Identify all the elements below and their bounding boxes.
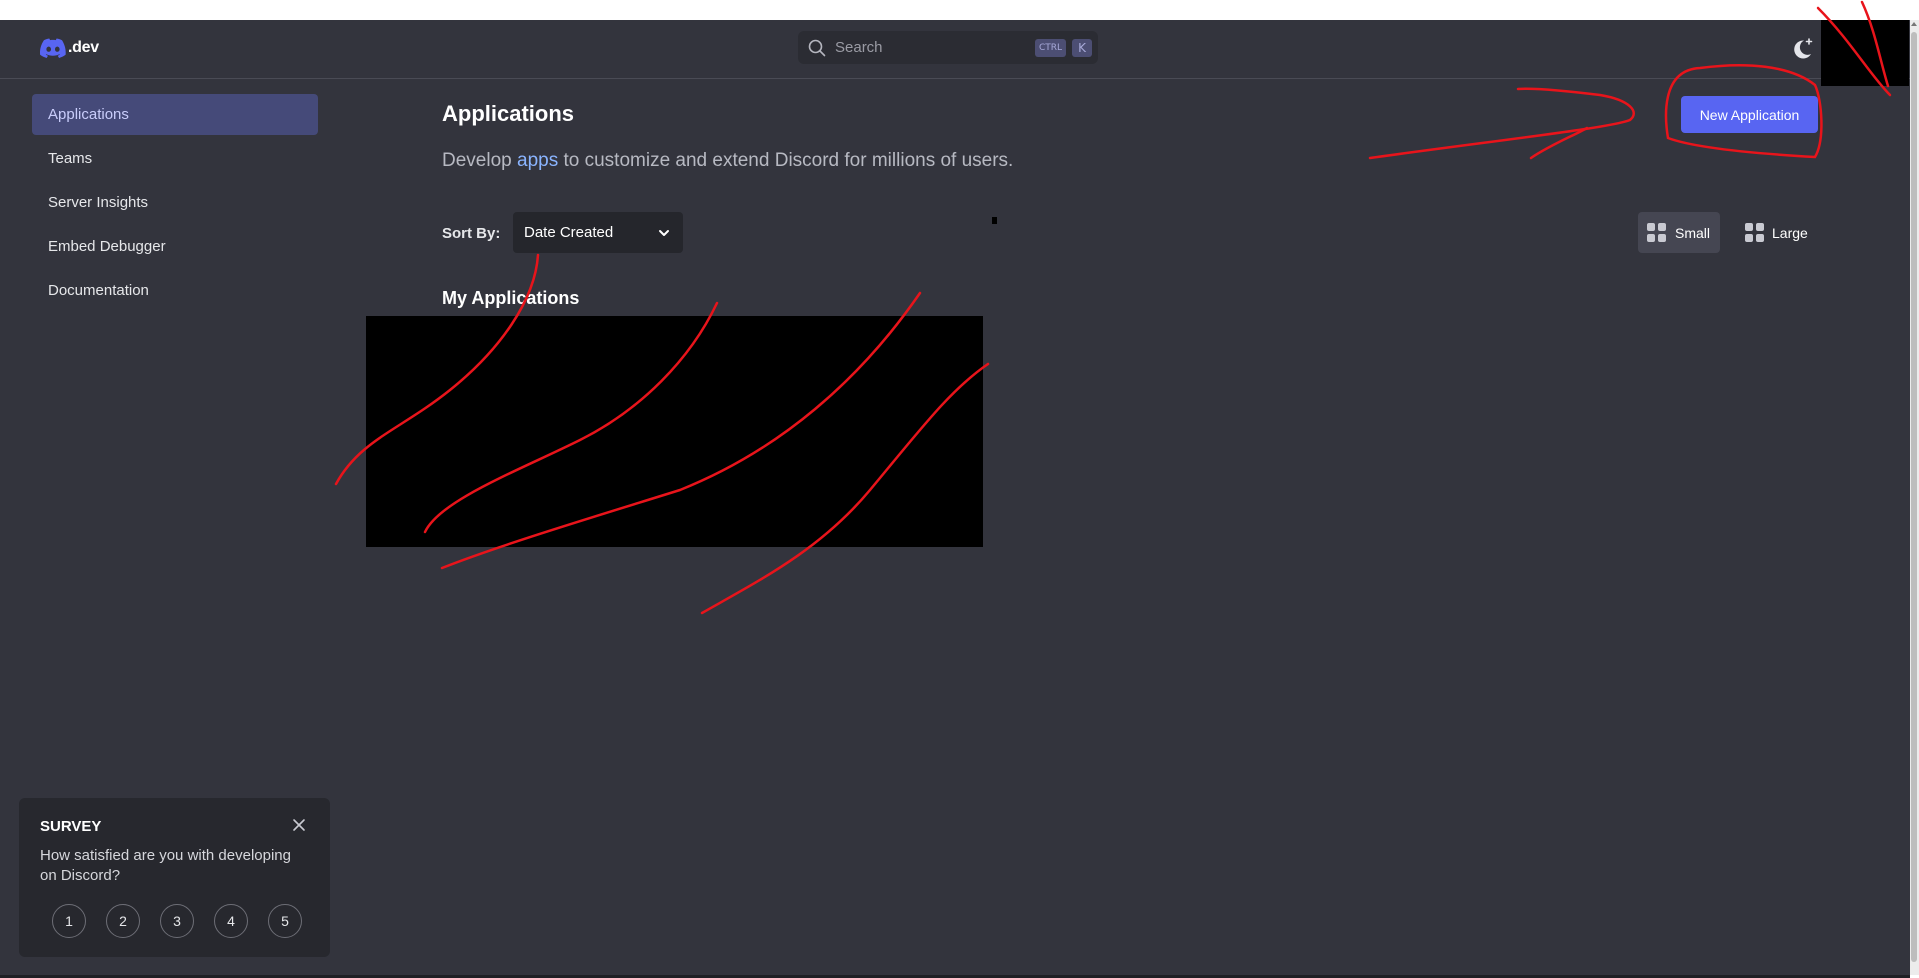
subtitle-prefix: Develop bbox=[442, 150, 517, 171]
sort-by-label: Sort By: bbox=[442, 225, 501, 242]
new-application-button[interactable]: New Application bbox=[1681, 96, 1818, 133]
top-bar: .dev Search CTRL K bbox=[0, 20, 1910, 79]
view-small-label: Small bbox=[1675, 224, 1711, 241]
scroll-up-arrow[interactable] bbox=[1911, 22, 1917, 26]
survey-rating-group: 1 2 3 4 5 bbox=[52, 904, 302, 938]
grid-icon bbox=[1647, 222, 1667, 243]
rating-4-button[interactable]: 4 bbox=[214, 904, 248, 938]
sidebar-item-documentation[interactable]: Documentation bbox=[32, 270, 318, 311]
apps-link[interactable]: apps bbox=[517, 150, 558, 171]
sort-by-value: Date Created bbox=[524, 224, 614, 241]
redacted-application-card[interactable] bbox=[366, 316, 983, 547]
search-icon bbox=[808, 39, 826, 56]
sidebar-item-applications[interactable]: Applications bbox=[32, 94, 318, 135]
rating-5-button[interactable]: 5 bbox=[268, 904, 302, 938]
theme-toggle-button[interactable] bbox=[1789, 36, 1815, 62]
discord-dev-logo[interactable]: .dev bbox=[40, 38, 99, 58]
shortcut-ctrl-key: CTRL bbox=[1034, 38, 1066, 57]
developer-portal: .dev Search CTRL K Applications Teams Se… bbox=[0, 20, 1910, 975]
scrollbar-thumb[interactable] bbox=[1911, 32, 1917, 962]
survey-question: How satisfied are you with developing on… bbox=[40, 847, 291, 884]
sidebar-item-server-insights[interactable]: Server Insights bbox=[32, 182, 318, 223]
sort-by-select[interactable]: Date Created bbox=[513, 212, 683, 253]
brand-suffix: .dev bbox=[68, 39, 99, 56]
view-large-label: Large bbox=[1772, 224, 1808, 241]
grid-icon bbox=[1745, 222, 1764, 243]
subtitle-suffix: to customize and extend Discord for mill… bbox=[558, 150, 1014, 171]
shortcut-k-key: K bbox=[1072, 38, 1092, 57]
cursor-marker bbox=[992, 217, 997, 224]
sidebar-item-teams[interactable]: Teams bbox=[32, 138, 318, 179]
rating-1-button[interactable]: 1 bbox=[52, 904, 86, 938]
chevron-down-icon bbox=[659, 229, 669, 236]
close-icon[interactable] bbox=[291, 817, 307, 833]
page-subtitle: Develop apps to customize and extend Dis… bbox=[442, 150, 1013, 172]
sidebar-nav: Applications Teams Server Insights Embed… bbox=[32, 94, 318, 314]
rating-3-button[interactable]: 3 bbox=[160, 904, 194, 938]
search-placeholder: Search bbox=[835, 39, 883, 56]
sidebar-item-embed-debugger[interactable]: Embed Debugger bbox=[32, 226, 318, 267]
page-scrollbar[interactable] bbox=[1910, 20, 1919, 975]
survey-panel: SURVEY How satisfied are you with develo… bbox=[19, 798, 330, 957]
view-large-button[interactable]: Large bbox=[1736, 212, 1816, 253]
discord-logo-icon bbox=[40, 38, 66, 58]
moon-icon bbox=[1794, 38, 1813, 59]
page-title: Applications bbox=[442, 101, 575, 126]
rating-2-button[interactable]: 2 bbox=[106, 904, 140, 938]
search-box[interactable]: Search CTRL K bbox=[798, 31, 1098, 64]
view-small-button[interactable]: Small bbox=[1638, 212, 1720, 253]
survey-title: SURVEY bbox=[40, 818, 102, 835]
redacted-avatar[interactable] bbox=[1821, 20, 1909, 86]
my-applications-heading: My Applications bbox=[442, 288, 580, 308]
